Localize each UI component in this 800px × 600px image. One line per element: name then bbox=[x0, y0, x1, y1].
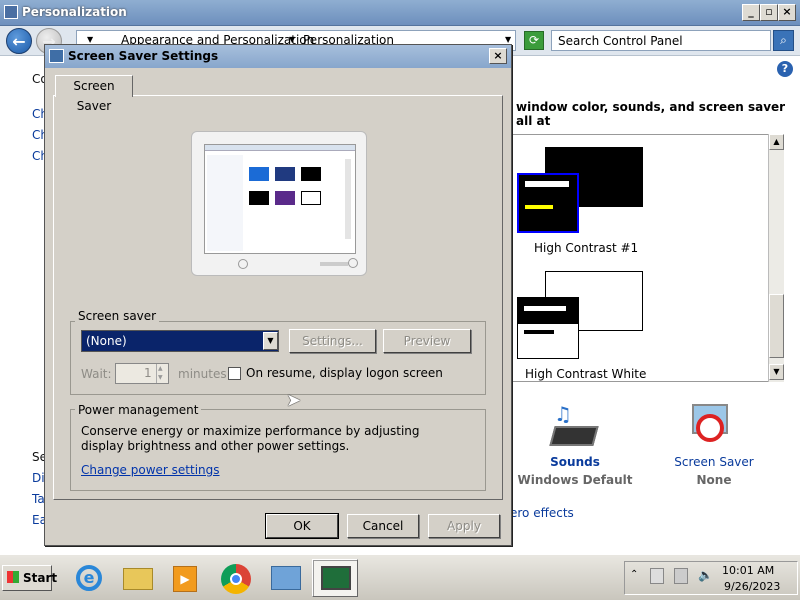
screen-saver-icon[interactable] bbox=[690, 402, 732, 448]
wait-minutes-input[interactable]: 1 ▲ ▼ bbox=[115, 363, 169, 384]
breadcrumb-separator-icon[interactable]: ▼ bbox=[289, 35, 295, 44]
close-button[interactable]: × bbox=[778, 4, 796, 21]
monitor-vent bbox=[320, 262, 348, 266]
spin-up-icon[interactable]: ▲ bbox=[158, 365, 163, 372]
search-icon[interactable]: ⌕ bbox=[773, 30, 794, 51]
chrome-icon[interactable] bbox=[212, 559, 258, 597]
chevron-down-icon[interactable]: ▼ bbox=[263, 332, 278, 350]
spin-down-icon[interactable]: ▼ bbox=[158, 374, 163, 381]
maximize-button[interactable]: ▫ bbox=[760, 4, 778, 21]
monitor-button-icon bbox=[348, 258, 358, 268]
prohibited-icon bbox=[696, 414, 724, 442]
power-description: Conserve energy or maximize performance … bbox=[81, 424, 420, 453]
dialog-title: Screen Saver Settings bbox=[68, 49, 219, 63]
sounds-icon[interactable]: ♫ bbox=[546, 400, 600, 450]
minutes-label: minutes bbox=[178, 367, 227, 381]
theme-list-scrollbar[interactable]: ▲ ▼ bbox=[768, 134, 784, 382]
cancel-button[interactable]: Cancel bbox=[347, 514, 419, 538]
change-power-settings-link[interactable]: Change power settings bbox=[81, 463, 220, 477]
action-center-icon[interactable] bbox=[650, 568, 664, 584]
windows-explorer-icon[interactable] bbox=[114, 559, 160, 597]
screen-saver-value: None bbox=[696, 473, 732, 487]
search-input[interactable]: Search Control Panel bbox=[551, 30, 771, 51]
show-hidden-icons[interactable]: ⌃ bbox=[630, 569, 644, 585]
personalization-taskbar-icon[interactable] bbox=[312, 559, 358, 597]
search-placeholder: Search Control Panel bbox=[558, 34, 683, 48]
start-button[interactable]: Start bbox=[2, 565, 57, 591]
volume-icon[interactable]: 🔈 bbox=[698, 568, 713, 584]
network-icon[interactable] bbox=[674, 568, 688, 584]
music-note-icon: ♫ bbox=[554, 402, 572, 426]
screen-saver-settings-dialog: Screen Saver Settings × Screen Saver Scr… bbox=[44, 44, 512, 546]
theme-label-high-contrast-white[interactable]: High Contrast White bbox=[525, 367, 646, 381]
theme-label-high-contrast-1[interactable]: High Contrast #1 bbox=[534, 241, 638, 255]
dialog-titlebar[interactable]: Screen Saver Settings × bbox=[45, 45, 511, 68]
preview-title-bar bbox=[518, 298, 578, 324]
media-player-icon[interactable]: ▶ bbox=[162, 559, 208, 597]
clock-time[interactable]: 10:01 AM bbox=[722, 564, 774, 577]
wait-value: 1 bbox=[144, 366, 152, 380]
visual-effects-link[interactable]: ero effects bbox=[510, 506, 574, 520]
help-icon[interactable]: ? bbox=[777, 61, 793, 77]
screen-saver-preview-monitor bbox=[191, 131, 367, 276]
internet-explorer-icon[interactable]: e bbox=[66, 559, 112, 597]
mouse-cursor-icon: ➤ bbox=[286, 390, 302, 411]
theme-high-contrast-white[interactable] bbox=[515, 267, 655, 363]
screen-saver-title[interactable]: Screen Saver bbox=[654, 455, 774, 469]
scroll-down-icon[interactable]: ▼ bbox=[769, 364, 784, 380]
control-panel-icon bbox=[4, 5, 18, 19]
taskbar: Start e ▶ ⌃ 🔈 10:01 AM 9/26/2023 bbox=[0, 554, 800, 600]
start-label: Start bbox=[23, 571, 58, 585]
screen-saver-app-icon bbox=[49, 49, 64, 63]
screen-saver-group-title: Screen saver bbox=[75, 309, 160, 323]
refresh-icon[interactable]: ⟳ bbox=[524, 31, 544, 50]
monitor-power-icon bbox=[238, 259, 248, 269]
sounds-value: Windows Default bbox=[517, 473, 633, 487]
selected-screen-saver: (None) bbox=[86, 334, 127, 348]
close-icon[interactable]: × bbox=[489, 48, 507, 64]
scroll-thumb[interactable] bbox=[769, 294, 784, 358]
back-arrow-icon[interactable]: ← bbox=[6, 28, 32, 54]
control-panel-icon[interactable] bbox=[262, 559, 308, 597]
screen-saver-select[interactable]: (None) ▼ bbox=[81, 330, 279, 352]
apply-button[interactable]: Apply bbox=[428, 514, 500, 538]
windows-logo-icon bbox=[7, 571, 19, 583]
preview-button[interactable]: Preview bbox=[383, 329, 471, 353]
theme-preview-window bbox=[517, 297, 579, 359]
preview-title-bar bbox=[525, 181, 569, 187]
scroll-up-icon[interactable]: ▲ bbox=[769, 134, 784, 150]
keyboard-icon bbox=[549, 426, 599, 446]
tab-screen-saver[interactable]: Screen Saver bbox=[55, 75, 133, 113]
wait-spinner[interactable]: ▲ ▼ bbox=[156, 364, 169, 383]
see-also-link-1[interactable]: Di bbox=[32, 471, 45, 485]
sounds-title[interactable]: Sounds bbox=[515, 455, 635, 469]
see-also-link-2[interactable]: Ta bbox=[32, 492, 45, 506]
resume-logon-checkbox[interactable] bbox=[228, 367, 241, 380]
address-dropdown-icon[interactable]: ▼ bbox=[505, 35, 511, 44]
window-title: Personalization bbox=[22, 5, 127, 19]
preview-text-line bbox=[524, 330, 554, 334]
theme-high-contrast-1[interactable] bbox=[515, 143, 655, 253]
resume-logon-label[interactable]: On resume, display logon screen bbox=[246, 366, 443, 380]
preview-screen bbox=[204, 144, 356, 254]
settings-button[interactable]: Settings... bbox=[289, 329, 376, 353]
chevron-down-icon[interactable]: ▼ bbox=[87, 35, 93, 44]
clock-date[interactable]: 9/26/2023 bbox=[724, 580, 780, 593]
theme-list: High Contrast #1 High Contrast White bbox=[512, 134, 784, 382]
minimize-button[interactable]: _ bbox=[742, 4, 760, 21]
power-management-title: Power management bbox=[75, 403, 202, 417]
page-headline: window color, sounds, and screen saver a… bbox=[516, 100, 786, 128]
preview-text-line bbox=[525, 205, 553, 209]
theme-preview-window bbox=[517, 173, 579, 233]
wait-label: Wait: bbox=[81, 367, 112, 381]
window-titlebar[interactable]: Personalization _ ▫ × bbox=[0, 0, 800, 26]
ok-button[interactable]: OK bbox=[265, 513, 339, 539]
